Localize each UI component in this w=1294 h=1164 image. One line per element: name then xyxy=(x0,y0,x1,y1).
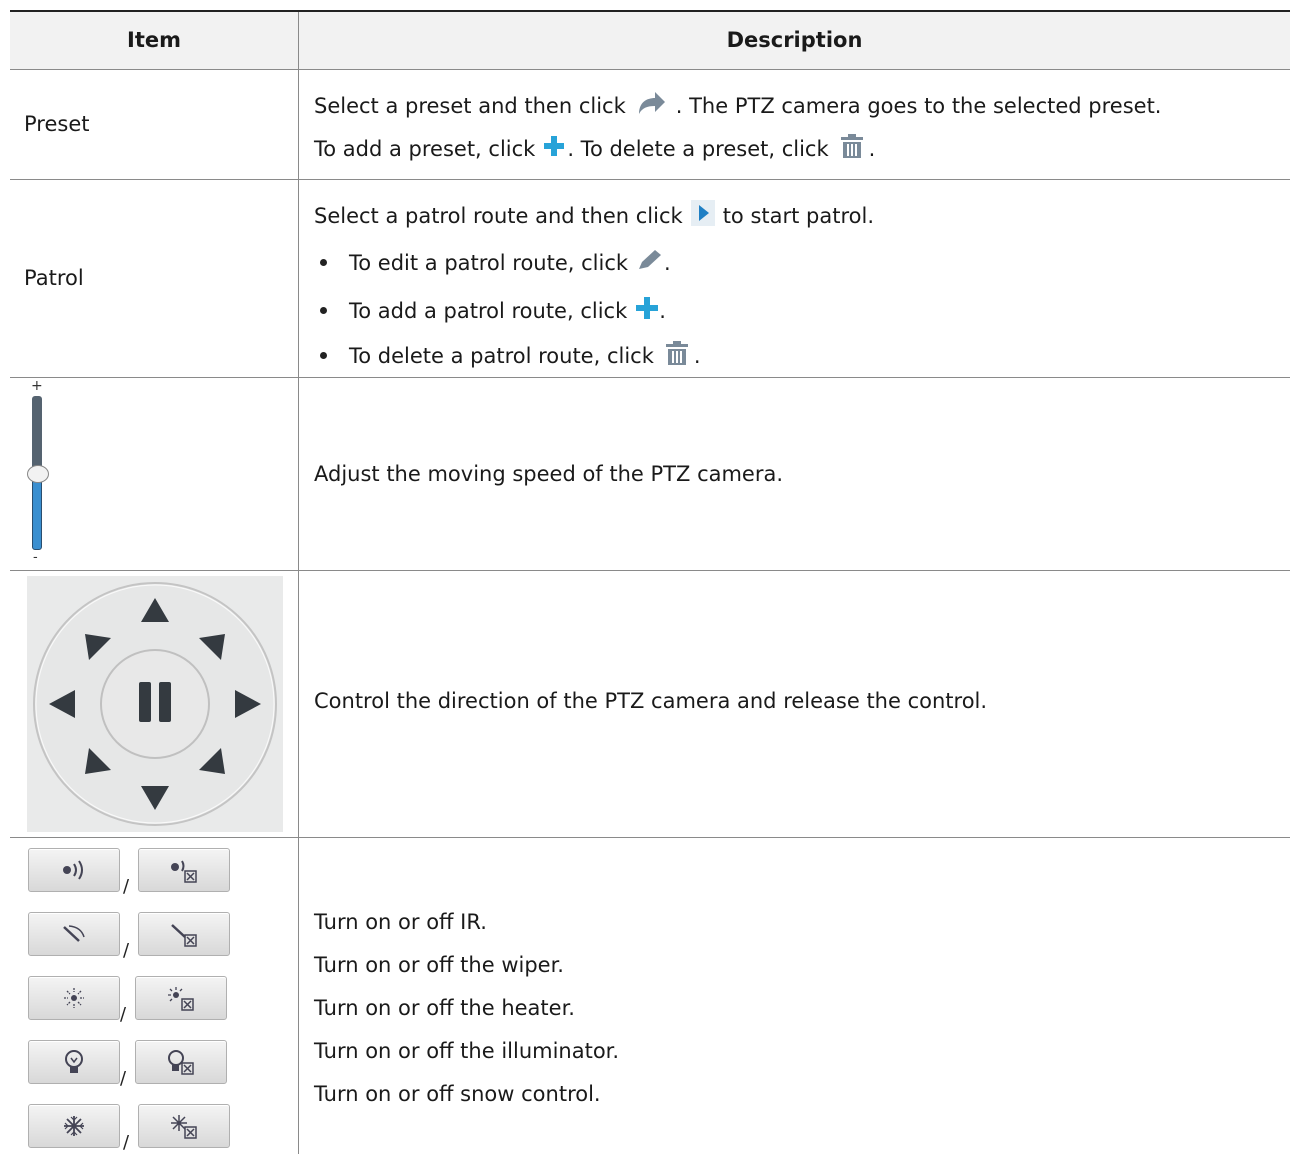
header-item: Item xyxy=(127,28,181,52)
table-row-direction: Control the direction of the PTZ camera … xyxy=(10,571,1290,838)
ir-on-icon xyxy=(63,860,83,880)
slash: / xyxy=(120,1068,127,1089)
table-row-speed: + - Adjust the moving speed of the PTZ c… xyxy=(10,378,1290,571)
slider-track-bottom xyxy=(32,474,42,550)
bullet-icon xyxy=(320,307,327,314)
slash: / xyxy=(120,1004,127,1025)
snow-on-icon xyxy=(64,1116,84,1136)
toggle-desc-ir: Turn on or off IR. xyxy=(314,910,487,934)
add-icon[interactable] xyxy=(543,134,565,163)
start-patrol-icon[interactable] xyxy=(690,200,715,231)
direction-pad xyxy=(27,576,283,832)
snow-on-button[interactable] xyxy=(28,1104,120,1148)
wiper-off-icon xyxy=(171,924,197,947)
illuminator-off-button[interactable] xyxy=(135,1040,227,1084)
table-header: Item Description xyxy=(10,10,1290,70)
wiper-on-icon xyxy=(63,925,85,942)
table-row-patrol: Patrol Select a patrol route and then cl… xyxy=(10,180,1290,378)
speed-description: Adjust the moving speed of the PTZ camer… xyxy=(314,462,784,486)
bullet-icon xyxy=(320,352,327,359)
speed-slider[interactable]: + - xyxy=(26,378,50,566)
add-icon[interactable] xyxy=(635,295,659,326)
table-row-toggles: / / / / / Turn on or off IR. Turn on or … xyxy=(10,838,1290,1154)
illuminator-on-button[interactable] xyxy=(28,1040,120,1084)
snow-off-icon xyxy=(171,1115,197,1139)
preset-line-1: Select a preset and then click . The PTZ… xyxy=(314,90,1161,121)
preset-line-2: To add a preset, click . To delete a pre… xyxy=(314,133,875,164)
patrol-bullet-edit: To edit a patrol route, click . xyxy=(314,248,671,277)
slider-thumb[interactable] xyxy=(27,465,49,483)
heater-off-icon xyxy=(168,987,194,1011)
illuminator-on-icon xyxy=(65,1050,83,1073)
toggle-desc-snow: Turn on or off snow control. xyxy=(314,1082,601,1106)
slash: / xyxy=(123,876,130,897)
direction-description: Control the direction of the PTZ camera … xyxy=(314,689,988,713)
toggle-desc-heater: Turn on or off the heater. xyxy=(314,996,575,1020)
slash: / xyxy=(123,940,130,961)
heater-on-icon xyxy=(64,988,84,1008)
patrol-line-1: Select a patrol route and then click to … xyxy=(314,200,874,231)
patrol-bullet-delete: To delete a patrol route, click . xyxy=(314,340,701,371)
wiper-on-button[interactable] xyxy=(28,912,120,956)
delete-icon[interactable] xyxy=(839,133,865,164)
toggle-desc-illuminator: Turn on or off the illuminator. xyxy=(314,1039,620,1063)
illuminator-off-icon xyxy=(168,1050,194,1075)
ptz-controls-table: Item Description Preset Select a preset … xyxy=(10,10,1290,1154)
ir-off-icon xyxy=(171,860,197,883)
table-row-preset: Preset Select a preset and then click . … xyxy=(10,70,1290,180)
edit-icon[interactable] xyxy=(636,248,664,277)
slash: / xyxy=(123,1132,130,1153)
wiper-off-button[interactable] xyxy=(138,912,230,956)
header-description: Description xyxy=(726,28,863,52)
ir-on-button[interactable] xyxy=(28,848,120,892)
delete-icon[interactable] xyxy=(664,340,690,371)
slider-plus: + xyxy=(31,378,43,394)
heater-off-button[interactable] xyxy=(135,976,227,1020)
snow-off-button[interactable] xyxy=(138,1104,230,1148)
patrol-bullet-add: To add a patrol route, click . xyxy=(314,295,666,326)
goto-preset-icon[interactable] xyxy=(635,90,667,121)
slider-minus: - xyxy=(33,550,38,565)
heater-on-button[interactable] xyxy=(28,976,120,1020)
toggle-desc-wiper: Turn on or off the wiper. xyxy=(314,953,564,977)
slider-track-top xyxy=(32,396,42,472)
item-patrol: Patrol xyxy=(24,266,84,290)
bullet-icon xyxy=(320,259,327,266)
ir-off-button[interactable] xyxy=(138,848,230,892)
item-preset: Preset xyxy=(24,112,90,136)
